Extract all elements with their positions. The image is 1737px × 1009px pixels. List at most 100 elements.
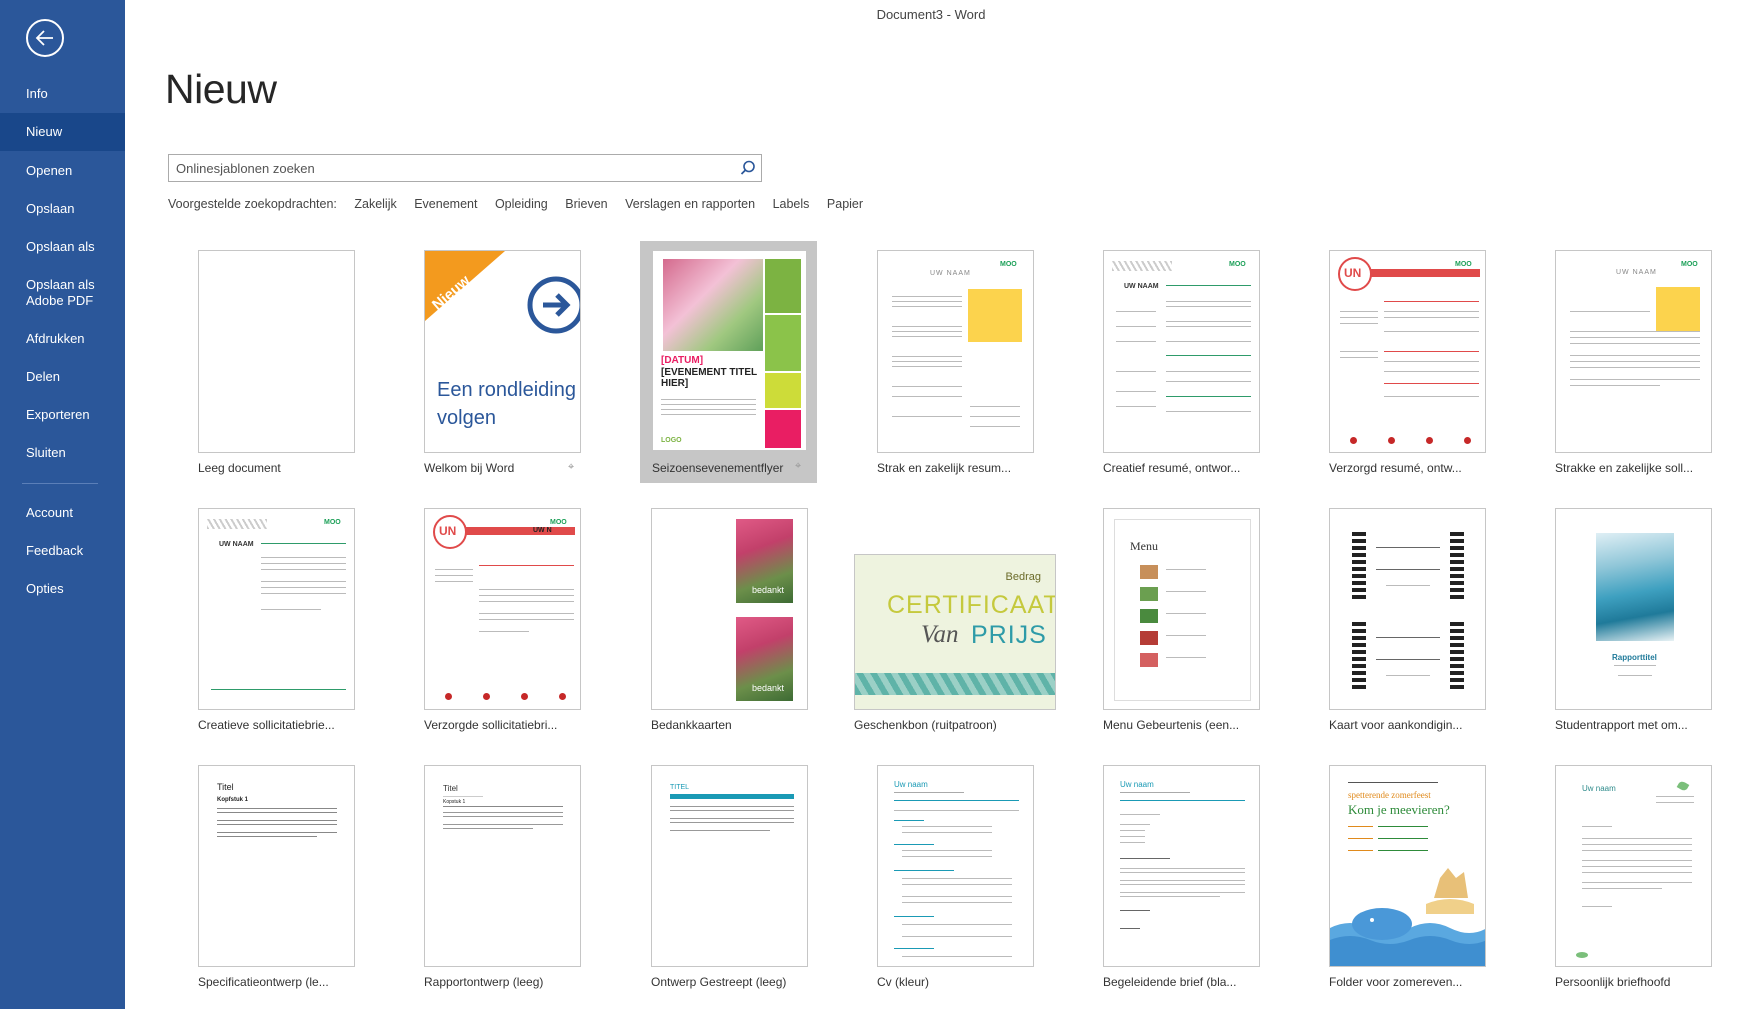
template-thumbnail: [DATUM] [EVENEMENT TITEL HIER] LOGO xyxy=(652,250,807,451)
thumb-text: Uw naam xyxy=(1582,784,1616,793)
template-label: Persoonlijk briefhoofd xyxy=(1555,975,1671,989)
search-box xyxy=(168,154,762,182)
thumb-text: volgen xyxy=(437,407,496,429)
thumb-logo: LOGO xyxy=(661,437,682,444)
template-label: Menu Gebeurtenis (een... xyxy=(1103,718,1240,732)
thumb-text: Menu xyxy=(1130,539,1158,553)
template-label: Specificatieontwerp (le... xyxy=(198,975,329,989)
template-label: Strakke en zakelijke soll... xyxy=(1555,461,1694,475)
template-thumbnail: Titel Kopfstuk 1 xyxy=(198,765,355,967)
thumb-text: UW NAAM xyxy=(1124,283,1159,290)
sidebar-divider xyxy=(22,483,98,484)
thumb-text: spetterende zomerfeest xyxy=(1348,790,1431,800)
suggestion-brieven[interactable]: Brieven xyxy=(565,197,607,211)
cover-photo xyxy=(1596,533,1674,641)
flyer-yellow-block xyxy=(765,373,801,408)
sidebar-item-nieuw[interactable]: Nieuw xyxy=(0,113,125,151)
moo-logo: MOO xyxy=(1000,261,1017,268)
pin-icon[interactable]: ⌖ xyxy=(568,461,574,474)
template-label: Creatief resumé, ontwor... xyxy=(1103,461,1241,475)
thumb-text: UN xyxy=(1344,266,1362,280)
suggestion-papier[interactable]: Papier xyxy=(827,197,863,211)
dot xyxy=(1388,437,1395,444)
back-button[interactable] xyxy=(26,19,64,57)
ornament-border xyxy=(1450,619,1464,689)
template-label: Kaart voor aankondigin... xyxy=(1329,718,1463,732)
template-thumbnail: Rapporttitel xyxy=(1555,508,1712,710)
thumb-text: Titel xyxy=(217,782,234,792)
accent-block xyxy=(1656,287,1700,331)
sidebar-item-opties[interactable]: Opties xyxy=(0,581,125,597)
suggestion-verslagen[interactable]: Verslagen en rapporten xyxy=(625,197,755,211)
sidebar-item-afdrukken[interactable]: Afdrukken xyxy=(0,331,125,347)
template-label: Geschenkbon (ruitpatroon) xyxy=(854,718,997,732)
template-label: Folder voor zomereven... xyxy=(1329,975,1463,989)
template-label: Creatieve sollicitatiebrie... xyxy=(198,718,335,732)
search-input[interactable] xyxy=(169,155,729,181)
thumb-text: PRIJS xyxy=(971,621,1047,649)
food-photo xyxy=(1140,565,1158,579)
dot xyxy=(1350,437,1357,444)
ornament-border xyxy=(1352,529,1366,599)
template-label: Bedankkaarten xyxy=(651,718,732,732)
thumb-text: Kopfstuk 1 xyxy=(217,797,249,803)
sidebar-item-delen[interactable]: Delen xyxy=(0,369,125,385)
template-thumbnail: Menu xyxy=(1103,508,1260,710)
template-thumbnail: UW NAAM MOO xyxy=(877,250,1034,453)
template-label: Leeg document xyxy=(198,461,281,475)
thumb-text: Uw naam xyxy=(894,780,928,789)
pin-icon[interactable]: ⌖ xyxy=(795,460,801,473)
thumb-text: [EVENEMENT TITEL HIER] xyxy=(661,367,757,389)
thumb-text: Rapporttitel xyxy=(1612,653,1657,662)
sidebar-item-opslaan-als-pdf[interactable]: Opslaan als Adobe PDF xyxy=(0,277,125,309)
flyer-photo xyxy=(663,259,763,351)
suggestion-opleiding[interactable]: Opleiding xyxy=(495,197,548,211)
food-photo xyxy=(1140,609,1158,623)
accent-block xyxy=(968,289,1022,342)
food-photo xyxy=(1140,631,1158,645)
template-label: Verzorgd resumé, ontw... xyxy=(1329,461,1462,475)
thumb-text: UN xyxy=(439,524,457,538)
template-thumbnail: Uw naam xyxy=(877,765,1034,967)
dot xyxy=(1464,437,1471,444)
sidebar-item-exporteren[interactable]: Exporteren xyxy=(0,407,125,423)
sidebar-item-sluiten[interactable]: Sluiten xyxy=(0,445,125,461)
template-thumbnail: TITEL xyxy=(651,765,808,967)
suggestion-labels[interactable]: Labels xyxy=(773,197,810,211)
moo-logo: MOO xyxy=(1455,261,1472,268)
template-thumbnail: UN MOO xyxy=(1329,250,1486,453)
thumb-text: Kopstuk 1 xyxy=(443,799,466,805)
pattern-band xyxy=(1112,261,1172,271)
sidebar-item-info[interactable]: Info xyxy=(0,86,125,102)
moo-logo: MOO xyxy=(1681,261,1698,268)
flyer-pink-block xyxy=(765,410,801,448)
thumb-text: Een rondleiding xyxy=(437,379,576,401)
template-thumbnail xyxy=(1329,508,1486,710)
sidebar-item-account[interactable]: Account xyxy=(0,505,125,521)
sidebar-item-opslaan-als[interactable]: Opslaan als xyxy=(0,239,125,255)
template-seizoensevenementflyer[interactable]: [DATUM] [EVENEMENT TITEL HIER] LOGO Seiz… xyxy=(640,241,817,483)
page-title: Nieuw xyxy=(165,66,277,112)
template-thumbnail: UW NAAM MOO xyxy=(1103,250,1260,453)
thumb-text: Uw naam xyxy=(1120,780,1154,789)
template-thumbnail: Uw naam xyxy=(1103,765,1260,967)
search-icon xyxy=(740,160,755,175)
sidebar-item-feedback[interactable]: Feedback xyxy=(0,543,125,559)
template-label: Begeleidende brief (bla... xyxy=(1103,975,1237,989)
word-backstage: Info Nieuw Openen Opslaan Opslaan als Op… xyxy=(0,0,1737,1009)
moo-logo: MOO xyxy=(324,519,341,526)
suggested-searches: Voorgestelde zoekopdrachten: Zakelijk Ev… xyxy=(168,197,877,211)
dot xyxy=(521,693,528,700)
sidebar-item-opslaan[interactable]: Opslaan xyxy=(0,201,125,217)
template-thumbnail: Uw naam xyxy=(1555,765,1712,967)
template-thumbnail: spetterende zomerfeest Kom je meevieren? xyxy=(1329,765,1486,967)
template-thumbnail: bedankt bedankt xyxy=(651,508,808,710)
suggestion-evenement[interactable]: Evenement xyxy=(414,197,477,211)
dot xyxy=(559,693,566,700)
back-arrow-icon xyxy=(35,30,53,46)
suggestion-zakelijk[interactable]: Zakelijk xyxy=(354,197,396,211)
ornament-border xyxy=(1450,529,1464,599)
search-button[interactable] xyxy=(739,159,757,177)
sidebar-item-openen[interactable]: Openen xyxy=(0,163,125,179)
ornament-border xyxy=(1352,619,1366,689)
